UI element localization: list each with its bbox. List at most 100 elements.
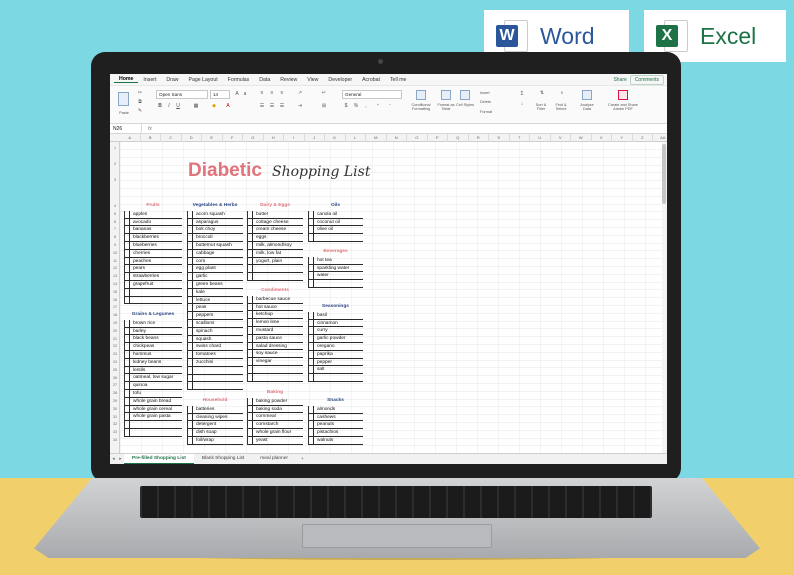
grow-font-icon[interactable]: A — [233, 91, 241, 98]
column-header[interactable]: E — [202, 134, 223, 142]
list-item[interactable]: peaches — [125, 257, 182, 266]
tab-acrobat[interactable]: Acrobat — [357, 77, 385, 83]
list-item[interactable]: canola oil — [309, 210, 363, 219]
currency-icon[interactable]: $ — [342, 103, 350, 110]
shrink-font-icon[interactable]: a — [241, 91, 249, 98]
list-item[interactable]: barbecue sauce — [248, 295, 303, 304]
comma-style-icon[interactable]: , — [362, 103, 370, 110]
list-item[interactable]: blackberries — [125, 234, 182, 242]
list-item[interactable]: detergent — [188, 421, 243, 430]
align-right-icon[interactable]: ☰ — [278, 103, 286, 110]
row-header[interactable]: 7 — [110, 227, 120, 231]
list-item[interactable]: coconut oil — [309, 218, 363, 227]
cell-styles-label[interactable]: Cell Styles — [456, 103, 474, 107]
list-item[interactable]: mustard — [248, 326, 303, 335]
find-select-icon[interactable]: ⌕ — [558, 90, 566, 97]
align-bottom-icon[interactable]: ≡ — [278, 90, 286, 97]
row-header[interactable]: 29 — [110, 399, 120, 403]
column-header[interactable]: S — [489, 134, 510, 142]
list-item[interactable]: baking soda — [248, 405, 303, 414]
row-header[interactable]: 19 — [110, 321, 120, 325]
copy-icon[interactable]: ⧉ — [136, 99, 144, 106]
list-item[interactable]: garlic — [188, 273, 243, 281]
column-header[interactable]: Y — [612, 134, 633, 142]
font-color-icon[interactable]: A — [224, 103, 232, 110]
list-item[interactable]: corn — [188, 257, 243, 266]
tab-page-layout[interactable]: Page Layout — [184, 77, 223, 83]
autosum-icon[interactable]: Σ — [518, 91, 526, 98]
row-header[interactable]: 13 — [110, 274, 120, 278]
align-left-icon[interactable]: ☰ — [258, 103, 266, 110]
fx-icon[interactable]: fx — [142, 126, 152, 132]
list-item[interactable]: oatmeal, low sugar — [125, 374, 182, 383]
sheet-tab-prefilled[interactable]: Pre-filled Shopping List — [124, 454, 194, 464]
column-header[interactable]: R — [469, 134, 489, 142]
fill-color-icon[interactable]: ◆ — [210, 103, 218, 110]
list-item[interactable]: almonds — [309, 405, 363, 414]
list-item[interactable]: kidney beans — [125, 358, 182, 367]
column-header[interactable]: Z — [633, 134, 653, 142]
next-sheet-icon[interactable]: ▸ — [117, 457, 124, 462]
list-item[interactable]: peppers — [188, 312, 243, 320]
list-item[interactable]: whole grain flour — [248, 428, 303, 437]
tab-review[interactable]: Review — [275, 77, 302, 83]
row-header[interactable]: 34 — [110, 438, 120, 442]
row-header[interactable]: 18 — [110, 313, 120, 317]
column-header[interactable]: B — [141, 134, 161, 142]
list-item[interactable]: walnuts — [309, 436, 363, 445]
row-header[interactable]: 30 — [110, 407, 120, 411]
sort-filter-icon[interactable]: ⇅ — [538, 90, 546, 97]
list-item[interactable]: basil — [309, 311, 363, 320]
list-item[interactable]: yeast — [248, 436, 303, 445]
row-header[interactable]: 28 — [110, 391, 120, 395]
column-header[interactable]: J — [305, 134, 325, 142]
cell-styles-icon[interactable] — [460, 90, 470, 100]
format-as-table-icon[interactable] — [441, 90, 451, 100]
list-item[interactable]: cleaning wipes — [188, 413, 243, 422]
adobe-pdf-icon[interactable] — [618, 90, 628, 100]
row-header[interactable]: 20 — [110, 329, 120, 333]
paste-icon[interactable] — [118, 92, 129, 106]
list-item[interactable]: hummus — [125, 350, 182, 359]
list-item[interactable]: soy sauce — [248, 350, 303, 359]
decrease-decimal-icon[interactable]: ⁻ — [386, 103, 394, 110]
merge-center-icon[interactable]: ⊞ — [320, 103, 328, 110]
row-header[interactable]: 1 — [110, 146, 120, 150]
column-header[interactable]: P — [428, 134, 448, 142]
list-item[interactable]: oregano — [309, 342, 363, 351]
list-item[interactable] — [309, 374, 363, 382]
list-item[interactable] — [125, 421, 182, 429]
list-item[interactable]: cherries — [125, 249, 182, 258]
list-item[interactable] — [125, 296, 182, 305]
list-item[interactable]: apples — [125, 210, 182, 219]
list-item[interactable]: foil/wrap — [188, 436, 243, 445]
list-item[interactable]: butter — [248, 210, 303, 219]
row-header[interactable]: 27 — [110, 383, 120, 387]
list-item[interactable]: salt — [309, 366, 363, 375]
column-header[interactable]: G — [243, 134, 264, 142]
list-item[interactable]: pepper — [309, 358, 363, 367]
borders-icon[interactable]: ▦ — [192, 103, 200, 110]
prev-sheet-icon[interactable]: ◂ — [110, 457, 117, 462]
list-item[interactable] — [125, 288, 182, 297]
font-name-select[interactable]: Open Sans — [156, 90, 208, 99]
list-item[interactable]: quinoa — [125, 382, 182, 390]
list-item[interactable]: black beans — [125, 335, 182, 344]
list-item[interactable]: scallions — [188, 319, 243, 328]
row-header[interactable]: 22 — [110, 344, 120, 348]
list-item[interactable]: hot sauce — [248, 303, 303, 312]
analyze-data-label[interactable]: Analyze Data — [576, 103, 598, 112]
column-header[interactable]: I — [284, 134, 305, 142]
list-item[interactable]: eggs — [248, 234, 303, 242]
list-item[interactable] — [248, 365, 303, 374]
column-header[interactable]: W — [571, 134, 592, 142]
list-item[interactable]: blueberries — [125, 241, 182, 250]
list-item[interactable]: chickpeas — [125, 343, 182, 351]
row-header[interactable]: 3 — [110, 178, 120, 182]
font-size-select[interactable]: 14 — [210, 90, 230, 99]
underline-icon[interactable]: U — [174, 103, 182, 110]
list-item[interactable]: peas — [188, 304, 243, 313]
list-item[interactable]: lettuce — [188, 296, 243, 305]
list-item[interactable]: tomatoes — [188, 351, 243, 359]
tell-me-search[interactable]: Tell me — [385, 77, 411, 83]
